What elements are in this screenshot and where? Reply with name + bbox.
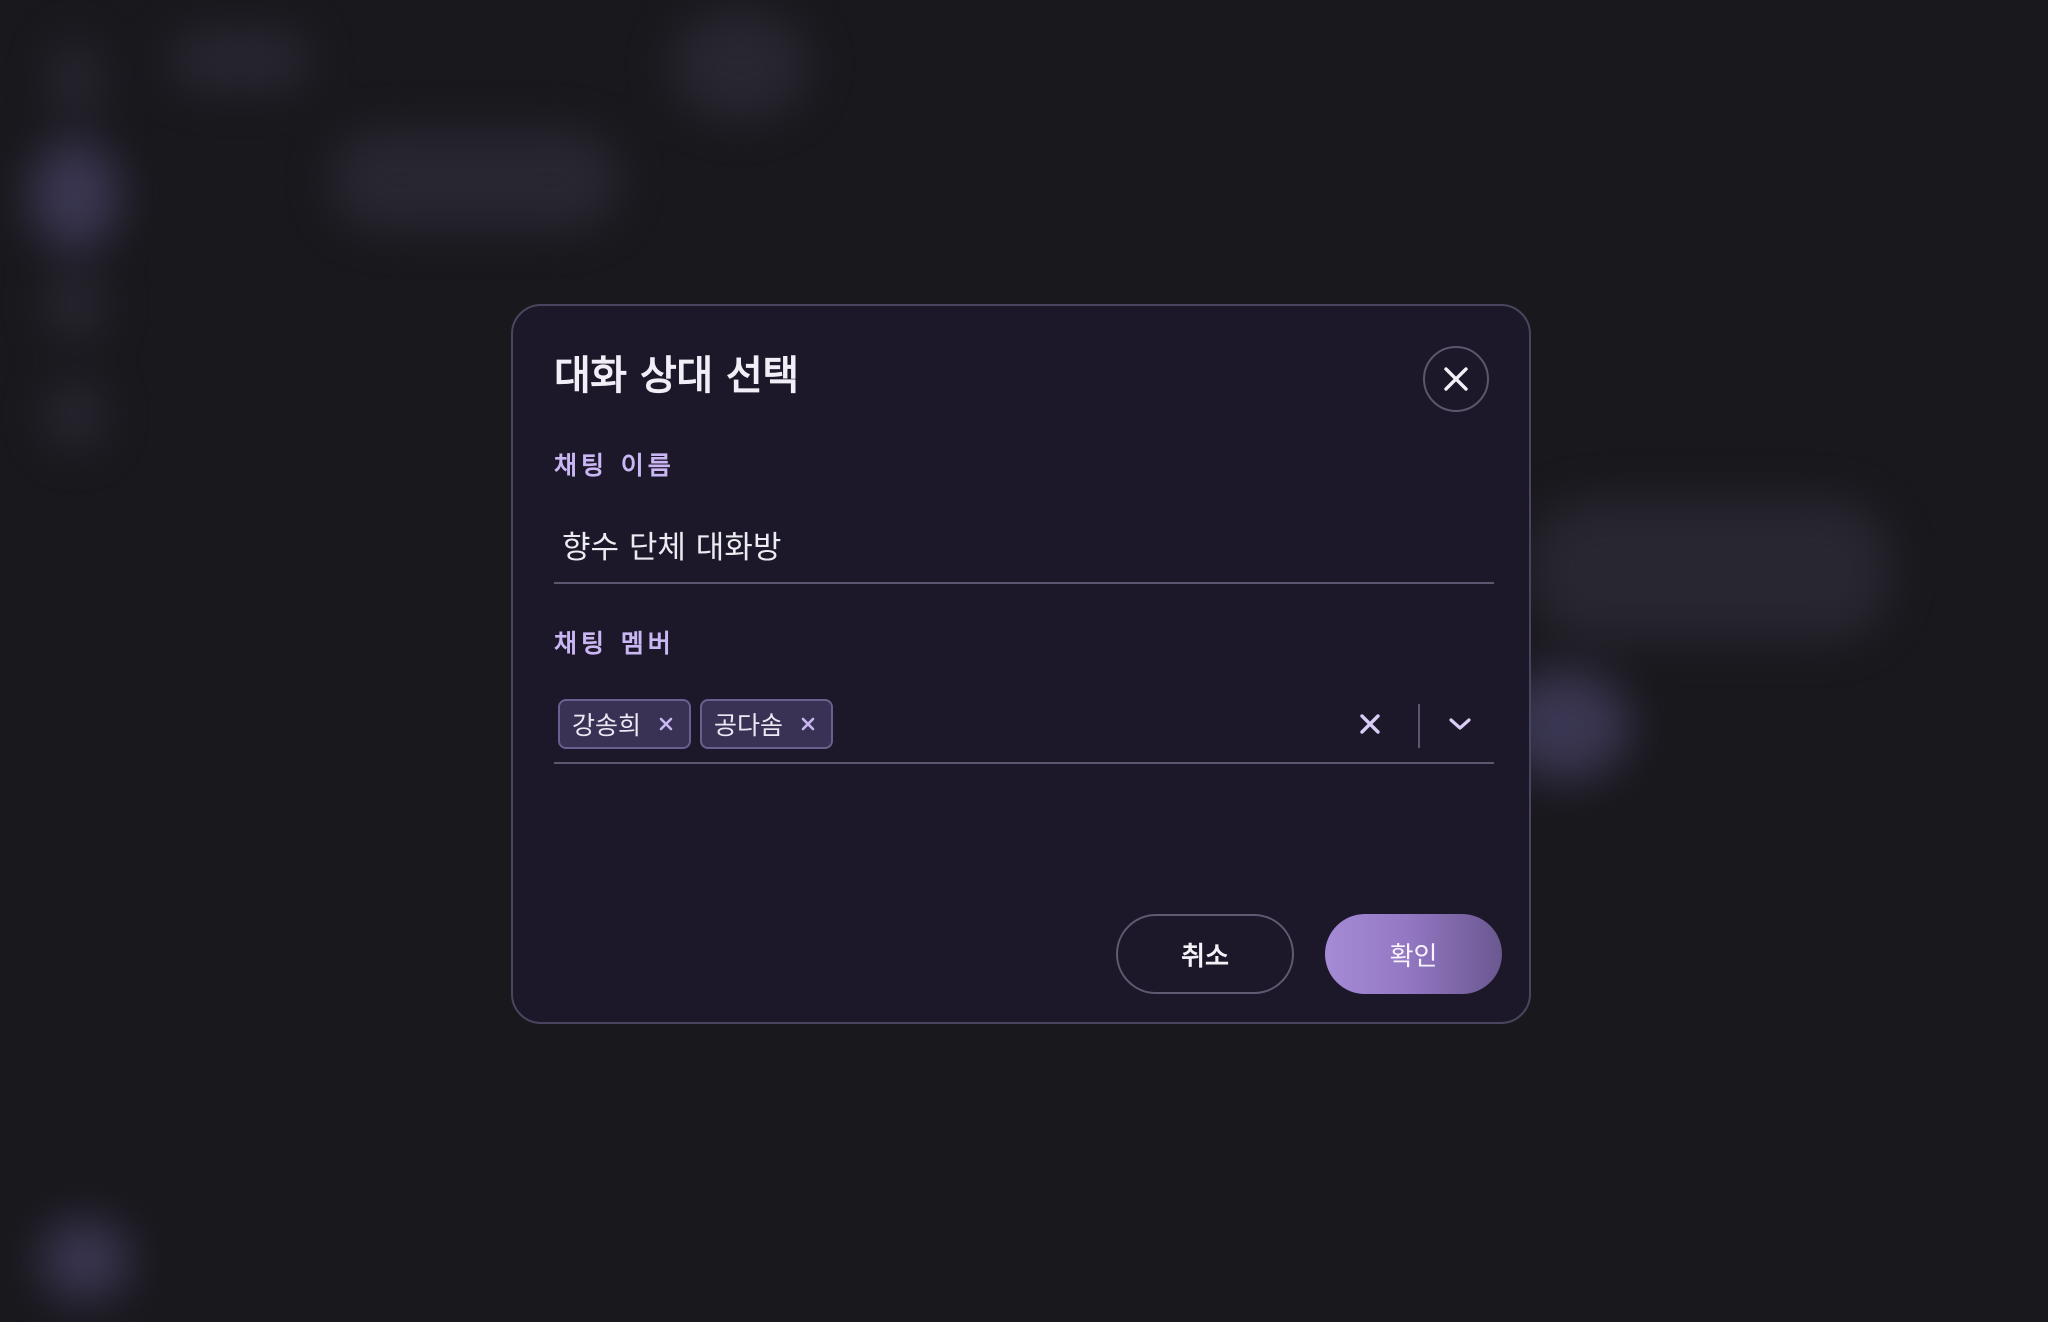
member-chip-label: 강송희	[572, 711, 642, 740]
screen: 대화 상대 선택 채팅 이름 채팅 멤버 강송희	[0, 0, 2048, 1322]
member-chip: 강송희	[558, 699, 691, 749]
clear-all-icon	[1360, 714, 1380, 734]
background-shape	[330, 130, 620, 230]
close-button[interactable]	[1423, 346, 1489, 412]
background-shape	[45, 380, 105, 450]
background-shape	[50, 40, 100, 120]
dialog-title: 대화 상대 선택	[554, 353, 799, 399]
clear-all-button[interactable]	[1354, 708, 1386, 740]
confirm-button[interactable]: 확인	[1325, 914, 1502, 994]
background-shape	[670, 10, 810, 120]
member-chip: 공다솜	[700, 699, 833, 749]
close-icon	[1444, 367, 1468, 391]
remove-member-button[interactable]	[655, 713, 677, 735]
chat-members-select[interactable]: 강송희 공다솜	[554, 684, 1494, 764]
background-shape	[170, 30, 310, 90]
background-shape	[1530, 500, 1890, 640]
remove-icon	[659, 717, 673, 731]
member-chip-label: 공다솜	[714, 711, 784, 740]
chat-name-field	[554, 506, 1494, 584]
select-divider	[1418, 704, 1420, 748]
chat-name-input[interactable]	[554, 506, 1494, 582]
background-shape	[30, 140, 120, 250]
background-shape	[45, 270, 105, 340]
chevron-down-icon	[1449, 718, 1471, 730]
chat-name-label: 채팅 이름	[554, 451, 675, 480]
select-chat-partner-dialog: 대화 상대 선택 채팅 이름 채팅 멤버 강송희	[511, 304, 1531, 1024]
remove-member-button[interactable]	[797, 713, 819, 735]
remove-icon	[801, 717, 815, 731]
dropdown-toggle-button[interactable]	[1442, 708, 1478, 740]
cancel-button[interactable]: 취소	[1116, 914, 1294, 994]
chat-members-label: 채팅 멤버	[554, 629, 675, 658]
background-shape	[40, 1220, 130, 1300]
